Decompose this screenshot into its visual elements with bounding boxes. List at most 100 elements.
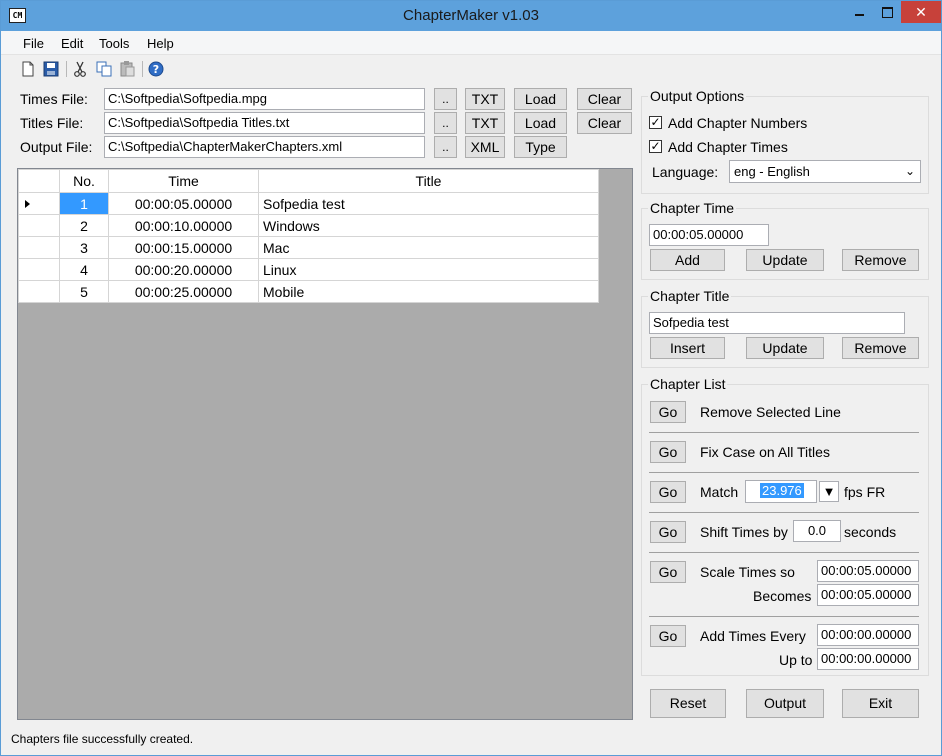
language-value: eng - English xyxy=(734,164,810,179)
save-icon[interactable] xyxy=(42,60,60,78)
cell-title[interactable]: Sofpedia test xyxy=(258,192,599,215)
cut-icon[interactable] xyxy=(71,60,89,78)
match-fps-dropdown-icon[interactable]: ▼ xyxy=(819,481,839,502)
grid-header-row: No. Time Title xyxy=(18,169,599,193)
row-header[interactable] xyxy=(18,280,60,303)
divider xyxy=(649,552,919,553)
output-file-label: Output File: xyxy=(20,139,93,155)
copy-icon[interactable] xyxy=(95,60,113,78)
shift-times-go-button[interactable]: Go xyxy=(650,521,686,543)
add-chapter-numbers-checkbox[interactable]: ✓ xyxy=(649,116,662,129)
cell-time[interactable]: 00:00:20.00000 xyxy=(108,258,259,281)
shift-times-input[interactable]: 0.0 xyxy=(793,520,841,542)
chapter-title-insert-button[interactable]: Insert xyxy=(650,337,725,359)
times-clear-button[interactable]: Clear xyxy=(577,88,632,110)
chapter-title-remove-button[interactable]: Remove xyxy=(842,337,919,359)
match-fps-value: 23.976 xyxy=(760,483,804,498)
times-txt-button[interactable]: TXT xyxy=(465,88,505,110)
chapter-time-input[interactable]: 00:00:05.00000 xyxy=(649,224,769,246)
titles-load-button[interactable]: Load xyxy=(514,112,567,134)
close-button[interactable]: ✕ xyxy=(901,1,941,23)
up-to-label: Up to xyxy=(779,652,813,668)
maximize-button[interactable] xyxy=(873,1,901,23)
close-icon: ✕ xyxy=(915,4,927,20)
exit-button[interactable]: Exit xyxy=(842,689,919,718)
match-fps-input[interactable]: 23.976 xyxy=(745,480,817,503)
reset-button[interactable]: Reset xyxy=(650,689,726,718)
add-chapter-times-label[interactable]: Add Chapter Times xyxy=(668,139,788,155)
titles-file-input[interactable]: C:\Softpedia\Softpedia Titles.txt xyxy=(104,112,425,134)
cell-no[interactable]: 3 xyxy=(59,236,109,259)
cell-no[interactable]: 2 xyxy=(59,214,109,237)
cell-title[interactable]: Mobile xyxy=(258,280,599,303)
output-button[interactable]: Output xyxy=(746,689,824,718)
up-to-input[interactable]: 00:00:00.00000 xyxy=(817,648,919,670)
remove-selected-label: Remove Selected Line xyxy=(700,404,841,420)
cell-title[interactable]: Mac xyxy=(258,236,599,259)
toolbar: ? xyxy=(1,56,941,82)
cell-no[interactable]: 5 xyxy=(59,280,109,303)
cell-time[interactable]: 00:00:05.00000 xyxy=(108,192,259,215)
scale-from-input[interactable]: 00:00:05.00000 xyxy=(817,560,919,582)
cell-no[interactable]: 1 xyxy=(59,192,109,215)
paste-icon[interactable] xyxy=(118,60,136,78)
status-text: Chapters file successfully created. xyxy=(11,732,194,746)
row-header[interactable] xyxy=(18,258,60,281)
chapter-title-update-button[interactable]: Update xyxy=(746,337,824,359)
row-header[interactable] xyxy=(18,236,60,259)
table-row[interactable]: 4 00:00:20.00000 Linux xyxy=(18,258,599,281)
times-browse-button[interactable]: .. xyxy=(434,88,457,110)
language-select[interactable]: eng - English ⌄ xyxy=(729,160,921,183)
times-file-input[interactable]: C:\Softpedia\Softpedia.mpg xyxy=(104,88,425,110)
titles-clear-button[interactable]: Clear xyxy=(577,112,632,134)
chapter-grid[interactable]: No. Time Title 1 00:00:05.00000 Sofpedia… xyxy=(17,168,633,720)
output-file-input[interactable]: C:\Softpedia\ChapterMakerChapters.xml xyxy=(104,136,425,158)
table-row[interactable]: 5 00:00:25.00000 Mobile xyxy=(18,280,599,303)
output-browse-button[interactable]: .. xyxy=(434,136,457,158)
cell-time[interactable]: 00:00:10.00000 xyxy=(108,214,259,237)
chapter-title-input[interactable]: Sofpedia test xyxy=(649,312,905,334)
menu-help[interactable]: Help xyxy=(147,36,174,51)
cell-time[interactable]: 00:00:15.00000 xyxy=(108,236,259,259)
menu-file[interactable]: File xyxy=(23,36,44,51)
cell-time[interactable]: 00:00:25.00000 xyxy=(108,280,259,303)
column-header-title[interactable]: Title xyxy=(258,169,599,193)
fix-case-go-button[interactable]: Go xyxy=(650,441,686,463)
times-load-button[interactable]: Load xyxy=(514,88,567,110)
menu-tools[interactable]: Tools xyxy=(99,36,129,51)
table-row[interactable]: 3 00:00:15.00000 Mac xyxy=(18,236,599,259)
column-header-no[interactable]: No. xyxy=(59,169,109,193)
add-times-every-input[interactable]: 00:00:00.00000 xyxy=(817,624,919,646)
output-type-button[interactable]: Type xyxy=(514,136,567,158)
match-fps-go-button[interactable]: Go xyxy=(650,481,686,503)
scale-times-go-button[interactable]: Go xyxy=(650,561,686,583)
menu-edit[interactable]: Edit xyxy=(61,36,83,51)
chapter-time-remove-button[interactable]: Remove xyxy=(842,249,919,271)
divider xyxy=(649,432,919,433)
cell-title[interactable]: Linux xyxy=(258,258,599,281)
add-times-go-button[interactable]: Go xyxy=(650,625,686,647)
titles-txt-button[interactable]: TXT xyxy=(465,112,505,134)
titles-browse-button[interactable]: .. xyxy=(434,112,457,134)
help-icon[interactable]: ? xyxy=(147,60,165,78)
chapter-time-title: Chapter Time xyxy=(648,200,737,216)
column-header-time[interactable]: Time xyxy=(108,169,259,193)
add-chapter-numbers-label[interactable]: Add Chapter Numbers xyxy=(668,115,807,131)
remove-selected-go-button[interactable]: Go xyxy=(650,401,686,423)
grid-corner-header xyxy=(18,169,60,193)
cell-title[interactable]: Windows xyxy=(258,214,599,237)
output-xml-button[interactable]: XML xyxy=(465,136,505,158)
table-row[interactable]: 2 00:00:10.00000 Windows xyxy=(18,214,599,237)
cell-no[interactable]: 4 xyxy=(59,258,109,281)
row-header[interactable] xyxy=(18,214,60,237)
scale-times-label: Scale Times so xyxy=(700,564,795,580)
minimize-button[interactable] xyxy=(845,1,873,23)
add-chapter-times-checkbox[interactable]: ✓ xyxy=(649,140,662,153)
svg-text:?: ? xyxy=(153,63,159,76)
table-row[interactable]: 1 00:00:05.00000 Sofpedia test xyxy=(18,192,599,215)
row-header[interactable] xyxy=(18,192,60,215)
new-file-icon[interactable] xyxy=(19,60,37,78)
scale-to-input[interactable]: 00:00:05.00000 xyxy=(817,584,919,606)
chapter-time-add-button[interactable]: Add xyxy=(650,249,725,271)
chapter-time-update-button[interactable]: Update xyxy=(746,249,824,271)
